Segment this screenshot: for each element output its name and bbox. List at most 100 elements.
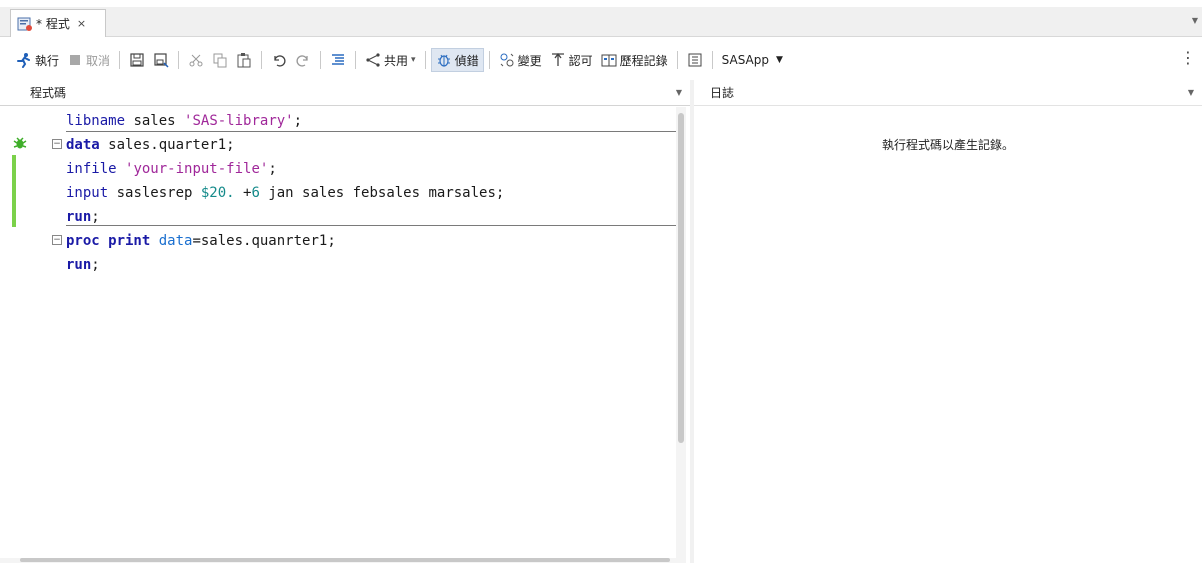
server-chevron-down-icon: ▼: [775, 55, 783, 65]
code-token: =sales.quanrter1;: [192, 233, 336, 249]
close-tab-icon[interactable]: ×: [77, 17, 86, 30]
cut-button[interactable]: [184, 48, 208, 72]
toolbar-separator: [261, 51, 263, 69]
changes-button[interactable]: 變更: [495, 48, 546, 72]
toolbar-separator: [488, 51, 490, 69]
log-pane-chevron-icon[interactable]: ▼: [1188, 88, 1194, 97]
code-line[interactable]: infile 'your-input-file';: [0, 157, 676, 181]
server-select[interactable]: SASApp ▼: [718, 48, 787, 72]
tab-strip-band: [0, 7, 1202, 37]
code-token: libname: [66, 113, 126, 129]
debug-button[interactable]: 偵錯: [430, 48, 484, 72]
code-editor[interactable]: libname sales 'SAS-library'; − data sales.…: [0, 107, 676, 563]
properties-button[interactable]: [683, 48, 707, 72]
code-token: sales.quarter1;: [99, 137, 235, 153]
scissors-icon: [188, 52, 204, 68]
code-pane-chevron-icon[interactable]: ▼: [676, 88, 682, 97]
paste-button[interactable]: [232, 48, 256, 72]
horizontal-scrollbar[interactable]: [0, 558, 676, 563]
commit-icon: [550, 52, 566, 68]
run-button[interactable]: 執行: [12, 48, 63, 72]
fold-toggle-icon[interactable]: −: [52, 235, 62, 245]
code-token: ;: [293, 113, 303, 129]
copy-button[interactable]: [208, 48, 232, 72]
code-line[interactable]: run;: [0, 205, 676, 229]
format-code-button[interactable]: [326, 48, 350, 72]
save-as-icon: [153, 52, 169, 68]
approve-button[interactable]: 認可: [546, 48, 597, 72]
cancel-label: 取消: [86, 53, 111, 68]
code-line[interactable]: − data sales.quarter1;: [0, 133, 676, 157]
log-placeholder-text: 執行程式碼以產生記錄。: [881, 138, 1014, 152]
toolbar: 執行 取消 共用 ▾ 偵錯 變更 認可 歷程記錄 SASApp ▼: [0, 45, 1202, 75]
code-line[interactable]: input saslesrep $20. +6 jan sales febsal…: [0, 181, 676, 205]
save-icon: [129, 52, 145, 68]
code-token: 'SAS-library': [184, 113, 294, 129]
tab-strip: * 程式 × ▼: [0, 0, 1202, 37]
bug-icon: [436, 52, 452, 68]
debug-label: 偵錯: [454, 53, 479, 68]
code-token: ;: [91, 209, 100, 225]
save-button[interactable]: [125, 48, 149, 72]
share-icon: [365, 52, 381, 68]
scrollbar-thumb[interactable]: [20, 558, 670, 562]
code-line[interactable]: libname sales 'SAS-library';: [0, 109, 676, 133]
code-token: infile: [66, 161, 117, 177]
changes-icon: [499, 52, 515, 68]
undo-icon: [271, 52, 287, 68]
history-button[interactable]: 歷程記錄: [597, 48, 672, 72]
scrollbar-thumb[interactable]: [678, 113, 684, 443]
code-text: run;: [66, 253, 100, 277]
toolbar-separator: [119, 51, 121, 69]
history-label: 歷程記錄: [619, 53, 668, 68]
code-token: data: [158, 233, 193, 249]
history-icon: [601, 52, 617, 68]
code-token: input: [66, 185, 109, 201]
code-text: proc print data=sales.quanrter1;: [66, 229, 336, 253]
toolbar-separator: [676, 51, 678, 69]
toolbar-separator: [711, 51, 713, 69]
share-button[interactable]: 共用 ▾: [361, 48, 420, 72]
code-text: libname sales 'SAS-library';: [66, 109, 302, 133]
code-line[interactable]: run;: [0, 253, 676, 277]
code-text: input saslesrep $20. +6 jan sales febsal…: [66, 181, 504, 205]
tab-program[interactable]: * 程式 ×: [10, 9, 106, 37]
code-line[interactable]: − proc print data=sales.quanrter1;: [0, 229, 676, 253]
share-chevron-down-icon: ▾: [411, 55, 416, 65]
program-file-icon: [17, 16, 33, 32]
undo-button[interactable]: [267, 48, 291, 72]
stop-icon: [67, 52, 83, 68]
code-pane-title: 程式碼: [30, 86, 67, 100]
log-pane-title: 日誌: [710, 86, 735, 100]
toolbar-separator: [355, 51, 357, 69]
toolbar-separator: [424, 51, 426, 69]
code-token: run: [66, 257, 92, 273]
code-text: infile 'your-input-file';: [66, 157, 277, 181]
redo-icon: [295, 52, 311, 68]
changes-label: 變更: [517, 53, 542, 68]
code-token: ;: [268, 161, 277, 177]
code-token: sales: [125, 113, 185, 129]
format-code-icon: [330, 52, 346, 68]
code-text: run;: [66, 205, 100, 229]
fold-toggle-icon[interactable]: −: [52, 139, 62, 149]
toolbar-separator: [178, 51, 180, 69]
code-token: ;: [91, 257, 100, 273]
paste-icon: [236, 52, 252, 68]
code-token: 'your-input-file': [125, 161, 269, 177]
server-select-value: SASApp: [721, 53, 769, 67]
copy-icon: [212, 52, 228, 68]
run-icon: [16, 52, 32, 68]
vertical-scrollbar[interactable]: [676, 107, 686, 563]
save-as-button[interactable]: [149, 48, 173, 72]
code-token: saslesrep: [108, 185, 201, 201]
redo-button[interactable]: [291, 48, 315, 72]
code-text: data sales.quarter1;: [66, 133, 235, 157]
code-token: 6: [251, 185, 260, 201]
tab-list-chevron-icon[interactable]: ▼: [1192, 16, 1198, 25]
code-pane-header: 程式碼 ▼: [0, 80, 690, 106]
code-token: $20.: [200, 185, 235, 201]
cancel-button[interactable]: 取消: [63, 48, 114, 72]
more-options-icon[interactable]: ⋮: [1180, 50, 1196, 66]
